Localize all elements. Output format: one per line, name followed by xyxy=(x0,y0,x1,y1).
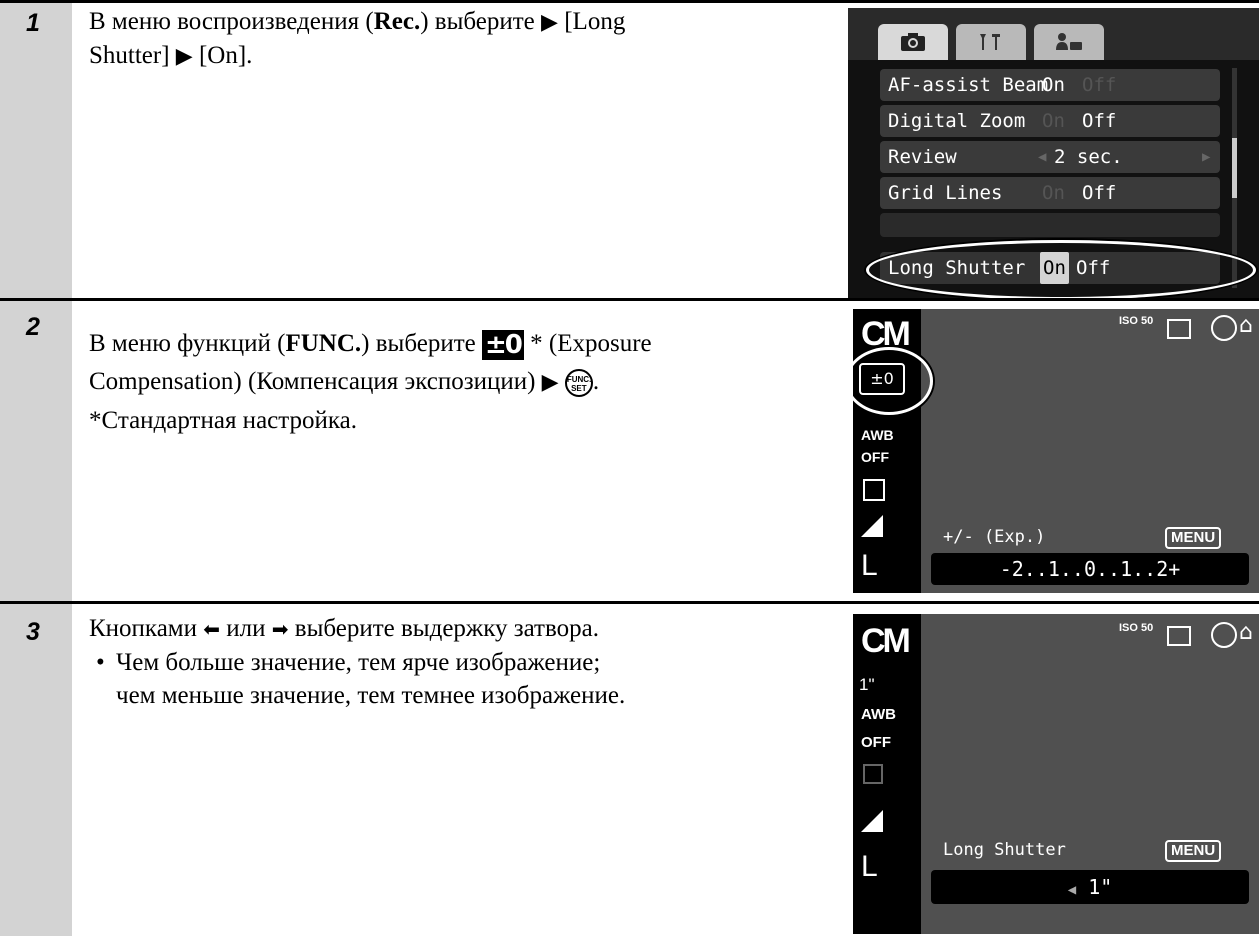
drive-mode-icon xyxy=(1167,626,1191,646)
white-balance-icon: AWB xyxy=(861,706,896,723)
step-number: 2 xyxy=(26,313,40,341)
camera-lcd-screen: CM 1" AWB OFF L ISO 50 ⌂ Long Shutter ME… xyxy=(853,614,1259,934)
arrow-right-icon: ➡ xyxy=(271,617,289,641)
lock-icon: ⌂ xyxy=(1239,620,1253,645)
red-eye-icon xyxy=(1211,315,1237,341)
quality-icon xyxy=(861,810,883,832)
step-number: 3 xyxy=(26,618,40,646)
camera-tab-icon[interactable] xyxy=(878,24,948,60)
chevron-left-icon: ◀ xyxy=(1038,149,1047,165)
menu-item-review[interactable]: Review ◀ 2 sec. ▶ xyxy=(880,141,1220,173)
camera-menu-screen: AF-assist Beam On Off Digital Zoom On Of… xyxy=(848,8,1259,298)
lock-icon: ⌂ xyxy=(1239,313,1253,338)
flash-off-icon xyxy=(1211,622,1237,648)
resolution-icon: L xyxy=(861,549,878,582)
bullet-note: • Чем больше значение, тем ярче изображе… xyxy=(96,646,816,712)
mode-indicator: CM xyxy=(861,622,911,660)
iso-indicator: ISO 50 xyxy=(1119,315,1154,327)
arrow-right-icon: ▶ xyxy=(541,370,559,395)
mycamera-tab-icon[interactable] xyxy=(1034,24,1104,60)
bullet-icon: • xyxy=(96,649,105,676)
step-1-row: 1 В меню воспроизведения (Rec.) выберите… xyxy=(0,0,1259,301)
arrow-left-icon: ⬅ xyxy=(203,617,221,641)
my-colors-off-icon: OFF xyxy=(861,734,891,751)
chevron-left-icon: ◀ xyxy=(1067,882,1077,898)
exposure-compensation-icon: ±0 xyxy=(481,330,524,360)
iso-indicator: ISO 50 xyxy=(1119,622,1154,634)
menu-button-icon: MENU xyxy=(1165,527,1222,549)
arrow-right-icon: ▶ xyxy=(541,10,558,35)
step-instruction: В меню воспроизведения (Rec.) выберите ▶… xyxy=(89,8,626,69)
function-label: Long Shutter xyxy=(943,840,1066,860)
func-set-button-icon: FUNC. SET xyxy=(564,369,593,397)
metering-icon xyxy=(863,479,885,501)
settings-tab-icon[interactable] xyxy=(956,24,1026,60)
menu-button-icon: MENU xyxy=(1165,840,1222,862)
viewfinder: ISO 50 ⌂ Long Shutter MENU ◀ 1" xyxy=(921,614,1259,934)
quality-icon xyxy=(861,515,883,537)
shutter-speed-value-box[interactable]: ◀ 1" xyxy=(931,870,1249,904)
step-number-column: 2 xyxy=(0,301,72,604)
white-balance-icon: AWB xyxy=(861,427,894,443)
step-instruction: В меню функций (FUNC.) выберите ±0 * (Ex… xyxy=(89,330,652,434)
menu-tab-bar xyxy=(848,8,1259,60)
resolution-icon: L xyxy=(861,850,878,883)
menu-item-digital-zoom[interactable]: Digital Zoom On Off xyxy=(880,105,1220,137)
camera-lcd-screen: CM ±0 AWB OFF L ISO 50 ⌂ +/- (Exp.) MENU… xyxy=(853,309,1259,593)
step-3-row: 3 Кнопками ⬅ или ➡ выберите выдержку зат… xyxy=(0,601,1259,936)
chevron-right-icon: ▶ xyxy=(1202,149,1211,165)
menu-item-af-assist-beam[interactable]: AF-assist Beam On Off xyxy=(880,69,1220,101)
step-number: 1 xyxy=(26,9,40,37)
function-menu-bar: CM 1" AWB OFF L xyxy=(853,614,921,934)
function-label: +/- (Exp.) xyxy=(943,527,1046,547)
metering-icon xyxy=(863,764,883,784)
menu-item-grid-lines[interactable]: Grid Lines On Off xyxy=(880,177,1220,209)
my-colors-off-icon: OFF xyxy=(861,449,889,465)
shutter-speed-selected-icon[interactable]: 1" xyxy=(859,672,901,698)
step-number-column: 1 xyxy=(0,3,72,301)
exposure-scale[interactable]: -2..1..0..1..2+ xyxy=(931,553,1249,585)
step-instruction: Кнопками ⬅ или ➡ выберите выдержку затво… xyxy=(89,615,599,642)
step-2-row: 2 В меню функций (FUNC.) выберите ±0 * (… xyxy=(0,298,1259,604)
step-number-column: 3 xyxy=(0,604,72,936)
viewfinder: ISO 50 ⌂ +/- (Exp.) MENU -2..1..0..1..2+ xyxy=(921,309,1259,593)
menu-item-partially-hidden xyxy=(880,213,1220,237)
arrow-right-icon: ▶ xyxy=(175,44,193,69)
highlight-ellipse xyxy=(866,240,1256,298)
drive-mode-icon xyxy=(1167,319,1191,339)
shutter-speed-value: 1" xyxy=(1088,875,1113,899)
